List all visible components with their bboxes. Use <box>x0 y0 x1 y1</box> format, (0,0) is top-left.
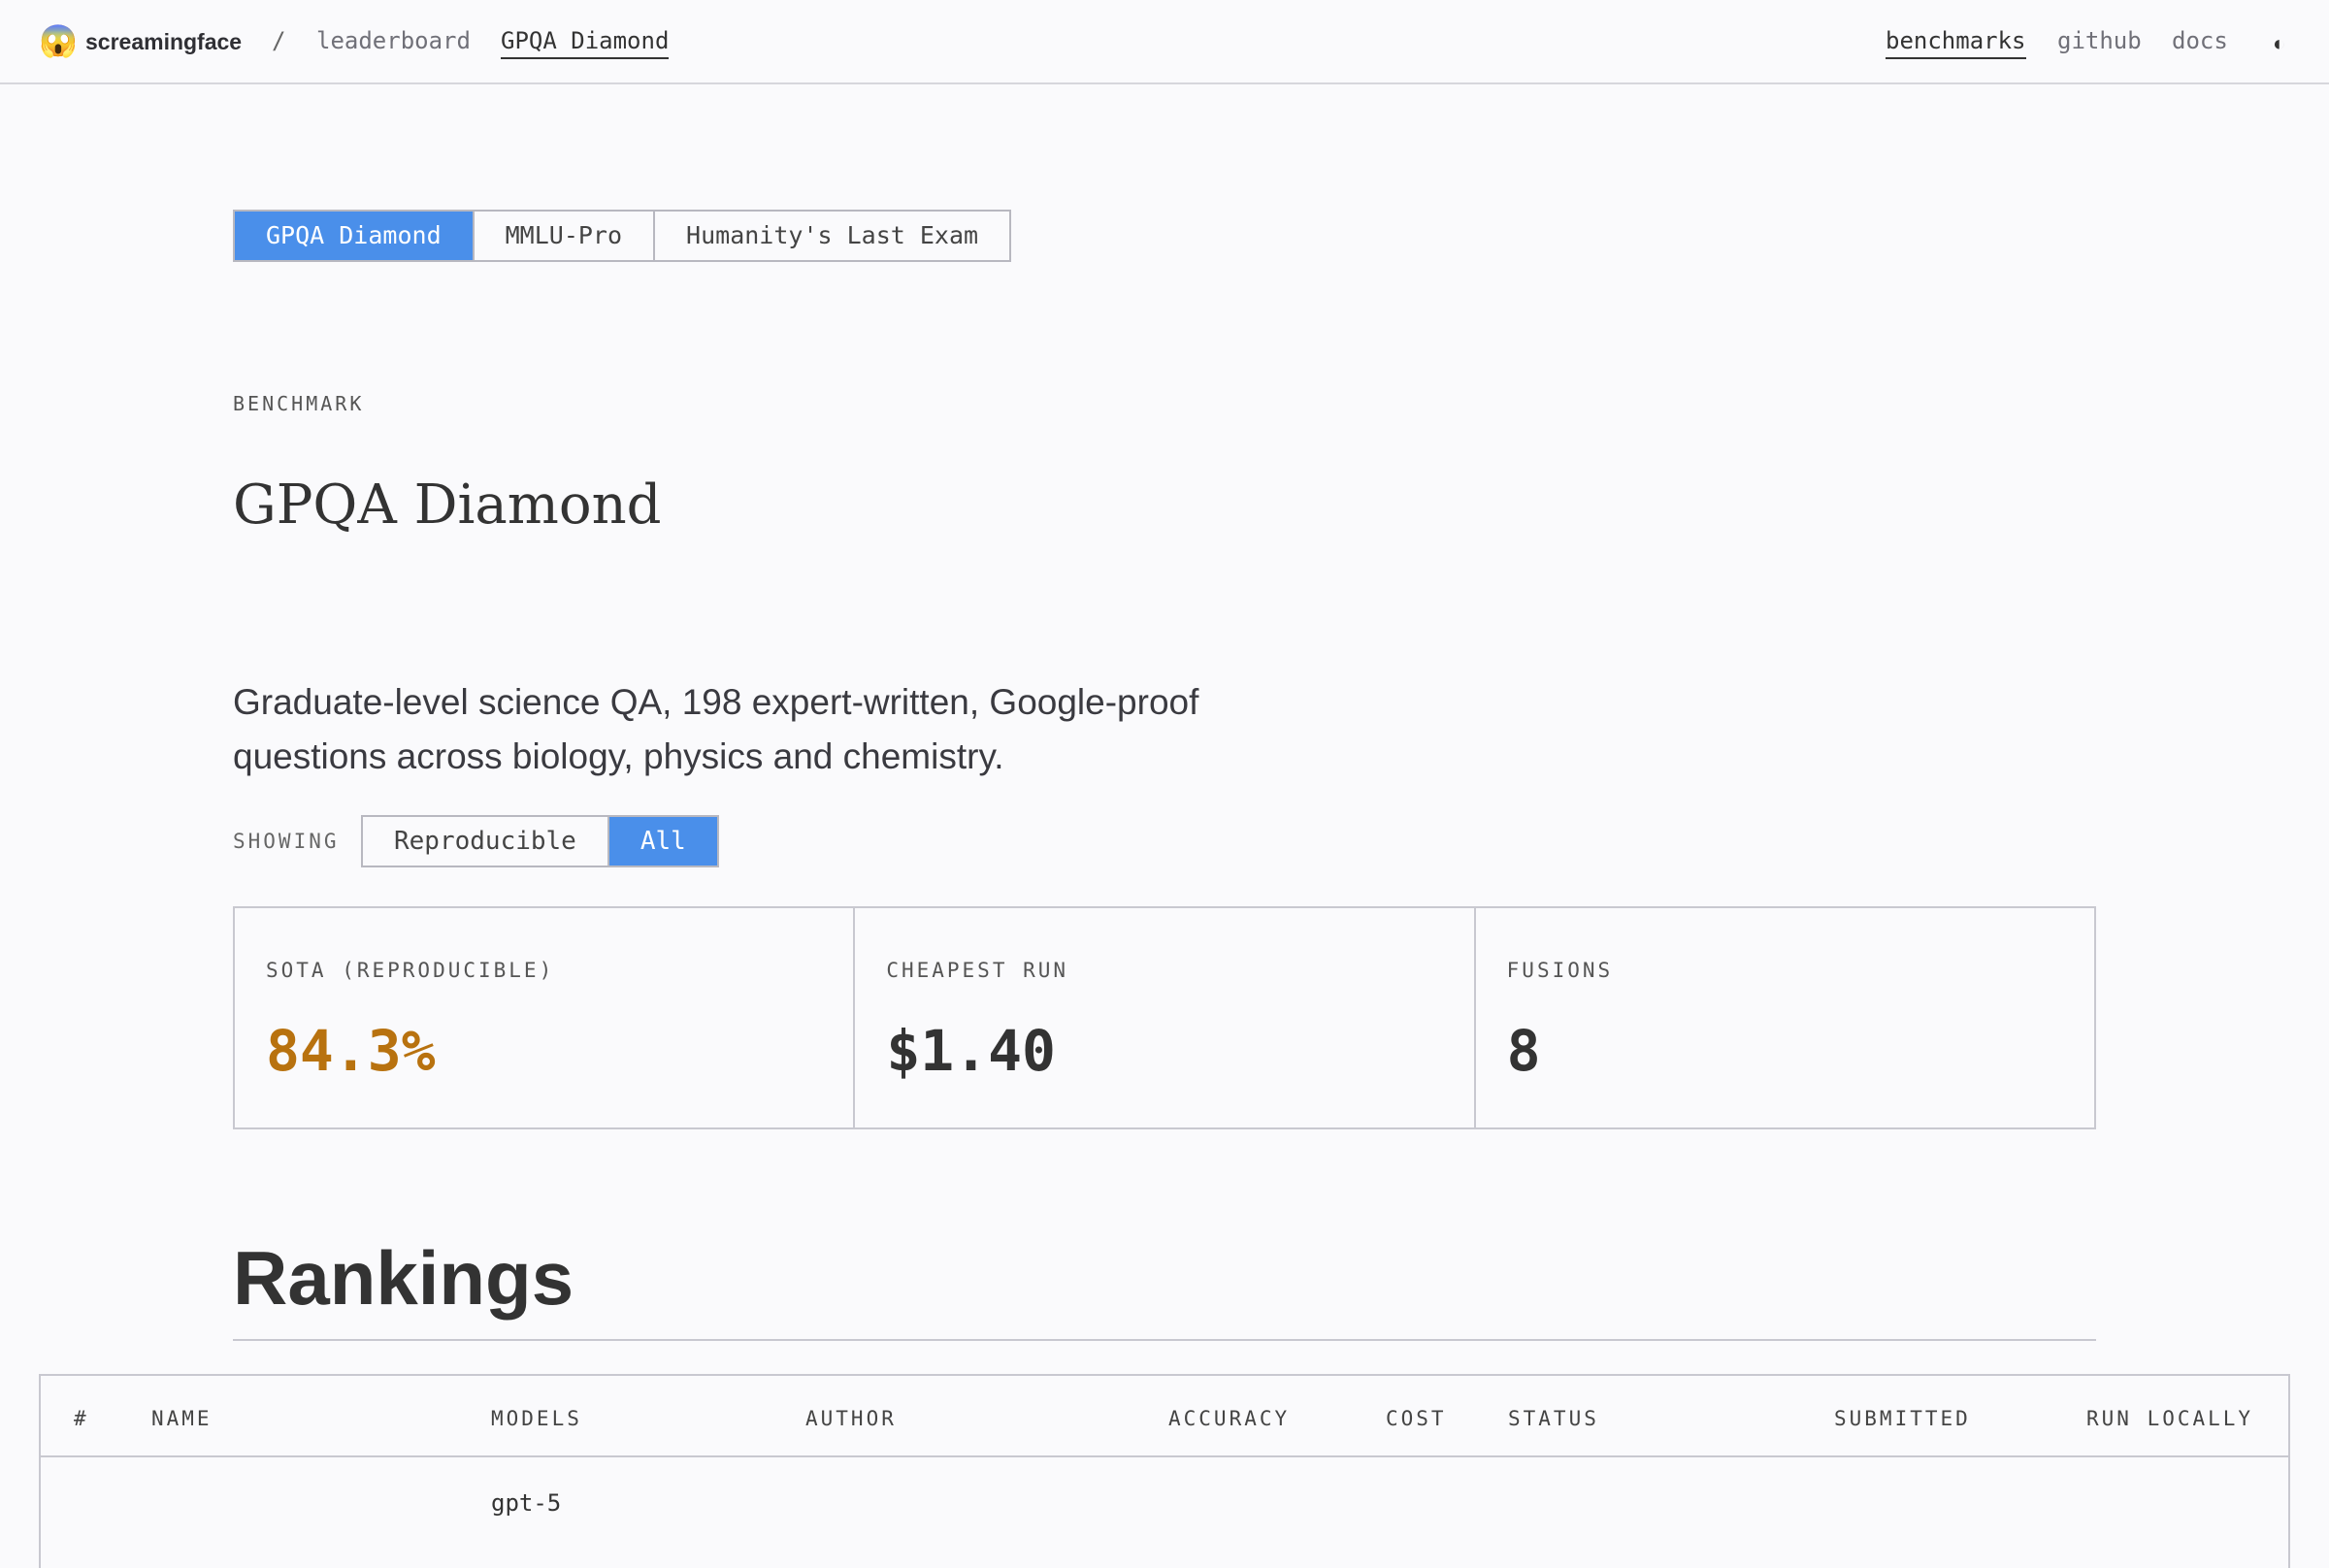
theme-toggle-icon[interactable]: ◐ <box>2273 29 2285 58</box>
showing-label: SHOWING <box>233 830 340 853</box>
column-header-run-locally[interactable]: RUN LOCALLY <box>2086 1405 2253 1432</box>
rankings-heading: Rankings <box>233 1235 574 1321</box>
brand-name[interactable]: screamingface <box>85 26 242 57</box>
column-header-rank[interactable]: # <box>74 1405 89 1432</box>
breadcrumb-leaderboard[interactable]: leaderboard <box>316 25 471 56</box>
column-header-accuracy[interactable]: ACCURACY <box>1168 1405 1290 1432</box>
table-header: # NAME MODELS AUTHOR ACCURACY COST STATU… <box>41 1376 2288 1457</box>
top-bar: 😱 screamingface / leaderboard GPQA Diamo… <box>0 0 2329 84</box>
brand-logo-icon[interactable]: 😱 <box>39 23 78 58</box>
reproducibility-filter: Reproducible All <box>361 815 719 867</box>
column-header-cost[interactable]: COST <box>1386 1405 1447 1432</box>
column-header-status[interactable]: STATUS <box>1508 1405 1599 1432</box>
filter-reproducible[interactable]: Reproducible <box>363 817 607 866</box>
column-header-author[interactable]: AUTHOR <box>805 1405 897 1432</box>
breadcrumb-separator: / <box>272 27 286 54</box>
stats-panel: SOTA (REPRODUCIBLE) 84.3% CHEAPEST RUN $… <box>233 906 2096 1129</box>
rankings-divider <box>233 1339 2096 1341</box>
stat-cheapest-run: CHEAPEST RUN $1.40 <box>853 908 1473 1127</box>
stat-sota: SOTA (REPRODUCIBLE) 84.3% <box>235 908 853 1127</box>
stat-fusions-value: 8 <box>1506 1018 1541 1084</box>
filter-all[interactable]: All <box>607 817 717 866</box>
nav-github[interactable]: github <box>2057 25 2142 56</box>
breadcrumb-current[interactable]: GPQA Diamond <box>501 25 670 59</box>
nav-benchmarks[interactable]: benchmarks <box>1886 25 2026 59</box>
benchmark-description: Graduate-level science QA, 198 expert-wr… <box>233 682 1199 776</box>
stat-cheapest-run-label: CHEAPEST RUN <box>886 959 1069 982</box>
column-header-name[interactable]: NAME <box>151 1405 213 1432</box>
page-title: GPQA Diamond <box>233 474 662 537</box>
section-label: BENCHMARK <box>233 392 365 415</box>
rankings-table: # NAME MODELS AUTHOR ACCURACY COST STATU… <box>39 1374 2290 1568</box>
tab-humanitys-last-exam[interactable]: Humanity's Last Exam <box>653 212 1010 260</box>
nav-docs[interactable]: docs <box>2172 25 2228 56</box>
stat-fusions-label: FUSIONS <box>1506 959 1614 982</box>
stat-sota-value: 84.3% <box>266 1018 436 1084</box>
stat-fusions: FUSIONS 8 <box>1473 908 2094 1127</box>
stat-cheapest-run-value: $1.40 <box>886 1018 1056 1084</box>
tab-gpqa-diamond[interactable]: GPQA Diamond <box>235 212 473 260</box>
benchmark-tabs: GPQA Diamond MMLU-Pro Humanity's Last Ex… <box>233 210 1012 262</box>
column-header-models[interactable]: MODELS <box>491 1405 582 1432</box>
stat-sota-label: SOTA (REPRODUCIBLE) <box>266 959 555 982</box>
column-header-submitted[interactable]: SUBMITTED <box>1834 1405 1971 1432</box>
tab-mmlu-pro[interactable]: MMLU-Pro <box>472 212 654 260</box>
